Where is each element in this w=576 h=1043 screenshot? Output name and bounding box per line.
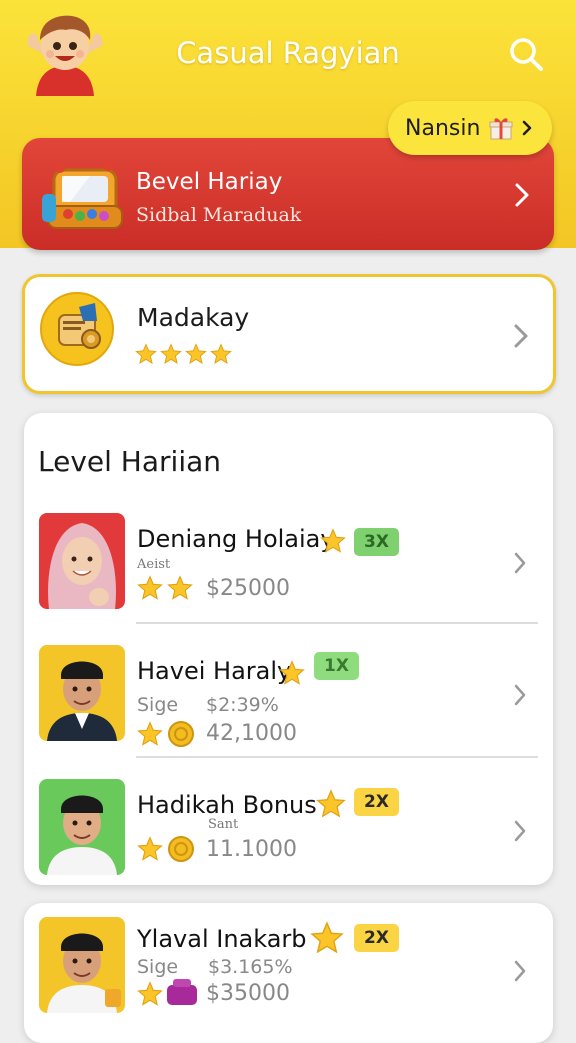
row-title: Hadikah Bonus: [137, 791, 317, 819]
promo-button[interactable]: Nansin: [388, 101, 552, 155]
star-icon: [137, 575, 163, 605]
star-rating: [137, 575, 193, 605]
star-icon: [185, 343, 207, 369]
coin-icon: [167, 835, 195, 867]
multiplier-badge: 2X: [354, 788, 399, 816]
chevron-right-icon: [513, 323, 529, 349]
row-sub-label: Sant: [208, 817, 239, 832]
level-row[interactable]: Deniang Holaiay 3X Aeist $25000: [24, 501, 553, 629]
star-icon: [279, 660, 305, 690]
chevron-right-icon: [513, 551, 527, 575]
row-sub-value: $3.165%: [208, 956, 293, 978]
promo-label: Nansin: [405, 115, 481, 141]
star-rating: [135, 343, 232, 369]
gift-icon: [488, 115, 514, 141]
star-icon: [135, 343, 157, 369]
scroll-coin-icon: [39, 291, 115, 367]
avatar: [39, 513, 125, 609]
avatar: [39, 779, 125, 875]
row-sub-label: Aeist: [137, 557, 171, 572]
search-icon[interactable]: [506, 34, 546, 74]
divider: [136, 756, 538, 758]
purse-icon: [165, 977, 199, 1011]
multiplier-badge: 1X: [314, 652, 359, 680]
divider: [136, 622, 538, 624]
feature-card[interactable]: Madakay: [22, 274, 556, 394]
row-title: Deniang Holaiay: [137, 525, 335, 553]
game-console-icon: [40, 150, 130, 236]
star-icon: [316, 789, 346, 823]
row-amount: $35000: [206, 981, 290, 1006]
chevron-right-icon: [514, 182, 530, 208]
row-title: Havei Haraly: [137, 657, 292, 685]
star-icon: [167, 575, 193, 605]
chevron-right-icon: [513, 959, 527, 983]
level-row[interactable]: Havei Haraly 1X Sige $2:39% 42,1000: [24, 633, 553, 761]
star-icon: [160, 343, 182, 369]
row-sub-value: $2:39%: [206, 694, 279, 716]
multiplier-badge: 3X: [354, 528, 399, 556]
daily-card-title: Bevel Hariay: [136, 169, 283, 195]
chevron-right-icon: [513, 819, 527, 843]
level-row[interactable]: Hadikah Bonus 2X Sant 11.1000: [24, 767, 553, 895]
star-icon: [210, 343, 232, 369]
star-icon: [137, 836, 163, 866]
row-sub-label: Sige: [137, 956, 179, 978]
row-title: Ylaval Inakarb: [137, 925, 307, 953]
level-list-title: Level Hariian: [38, 445, 221, 478]
multiplier-badge: 2X: [354, 924, 399, 952]
avatar: [39, 645, 125, 741]
chevron-right-icon: [520, 119, 534, 137]
coin-icon: [167, 720, 195, 752]
row-amount: $25000: [206, 576, 290, 601]
chevron-right-icon: [513, 683, 527, 707]
app-title: Casual Ragyian: [176, 36, 400, 70]
level-list-card: Level Hariian Deniang Holaiay 3X Aeist $…: [24, 413, 553, 885]
star-icon: [137, 981, 163, 1011]
level-row[interactable]: Ylaval Inakarb 2X Sige $3.165% $35000: [24, 903, 553, 1043]
avatar: [39, 917, 125, 1013]
row-sub-label: Sige: [137, 694, 179, 716]
star-icon: [320, 528, 346, 558]
daily-card-subtitle: Sidbal Maraduak: [136, 204, 302, 226]
row-amount: 11.1000: [206, 837, 297, 862]
star-icon: [137, 721, 163, 751]
row-amount: 42,1000: [206, 721, 297, 746]
star-icon: [310, 921, 344, 959]
feature-title: Madakay: [137, 303, 250, 332]
